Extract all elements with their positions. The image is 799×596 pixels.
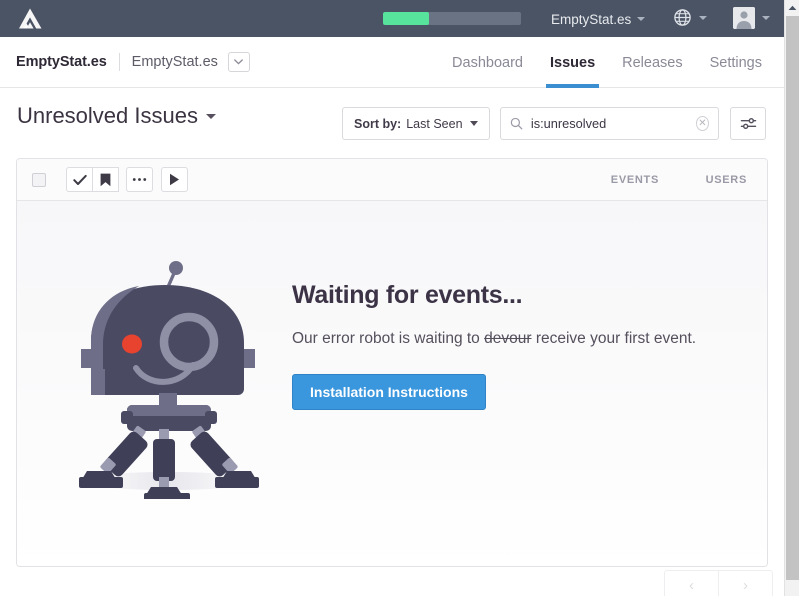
tab-releases[interactable]: Releases [622,37,682,88]
bookmark-button[interactable] [92,167,119,192]
empty-state: Waiting for events... Our error robot is… [17,201,767,566]
chevron-down-icon [205,113,216,119]
org-dropdown[interactable]: EmptyStat.es [551,8,646,30]
play-icon [170,173,179,186]
tab-dashboard[interactable]: Dashboard [452,37,523,88]
scroll-up-arrow-icon [788,5,797,10]
clear-search-button[interactable]: ✕ [695,116,709,131]
subtitle-strikethrough: devour [484,330,532,347]
bookmark-icon [100,173,111,186]
breadcrumb: EmptyStat.es EmptyStat.es [16,52,250,72]
pagination-next-button[interactable]: › [718,570,773,596]
page-title[interactable]: Unresolved Issues [17,103,216,129]
chevron-down-icon [699,15,707,20]
select-all-checkbox[interactable] [32,172,46,187]
sort-dropdown[interactable]: Sort by: Last Seen [342,107,490,140]
globe-icon [674,9,691,26]
issue-action-buttons [66,167,188,192]
search-settings-button[interactable] [730,107,766,140]
top-header-bar: EmptyStat.es [0,0,784,37]
vertical-scrollbar[interactable] [784,0,799,596]
tab-issues[interactable]: Issues [545,37,600,88]
breadcrumb-divider [118,53,120,71]
chevron-down-icon [637,17,646,21]
installation-instructions-button[interactable]: Installation Instructions [292,374,486,410]
resolve-button[interactable] [66,167,93,192]
progress-bar-fill [383,12,429,25]
user-menu[interactable] [733,7,770,29]
breadcrumb-project[interactable]: EmptyStat.es [132,54,218,70]
empty-state-subtitle: Our error robot is waiting to devour rec… [292,330,752,348]
vertical-scroll-thumb[interactable] [786,16,799,580]
search-bar[interactable]: ✕ [500,107,719,140]
avatar [733,7,755,29]
issues-toolbar: EVENTS USERS [17,159,767,201]
empty-state-text: Waiting for events... Our error robot is… [292,281,752,410]
main-tabs: Dashboard Issues Releases Settings [452,37,762,88]
pagination: ‹ › [664,570,773,596]
sentry-logo-icon [19,8,42,28]
browser-viewport: EmptyStat.es EmptyStat.es EmptyStat.es D… [0,0,799,596]
filter-sliders-icon [740,118,756,129]
robot-icon [79,261,259,503]
subtitle-part-1: Our error robot is waiting to [292,330,485,347]
ellipsis-icon [132,178,147,181]
chevron-down-icon [762,16,770,20]
project-switcher-button[interactable] [227,52,250,72]
sort-value: Last Seen [406,116,463,131]
issues-panel: EVENTS USERS Waiting for events... Our e… [16,158,768,567]
empty-state-title: Waiting for events... [292,281,523,309]
check-icon [72,174,87,185]
subtitle-part-2: receive your first event. [531,330,697,347]
pagination-previous-button[interactable]: ‹ [664,570,719,596]
chevron-down-icon [470,121,478,126]
globe-dropdown[interactable] [673,8,707,27]
more-options-button[interactable] [126,167,153,192]
chevron-down-icon [234,59,244,65]
error-robot-illustration [65,259,280,503]
breadcrumb-org[interactable]: EmptyStat.es [16,54,107,70]
sort-label: Sort by: [354,116,402,131]
column-header-events: EVENTS [610,174,659,186]
scroll-up-button[interactable] [785,0,799,15]
sentry-logo[interactable] [0,7,60,31]
tab-settings[interactable]: Settings [710,37,762,88]
onboarding-progress-bar [383,12,521,25]
page-title-text: Unresolved Issues [17,103,198,128]
user-avatar-icon [733,7,755,29]
org-dropdown-label: EmptyStat.es [551,11,632,27]
search-icon [510,117,523,130]
realtime-play-button[interactable] [161,167,188,192]
column-header-users: USERS [705,174,747,186]
search-input[interactable] [530,116,696,131]
project-nav-bar: EmptyStat.es EmptyStat.es Dashboard Issu… [0,37,784,88]
